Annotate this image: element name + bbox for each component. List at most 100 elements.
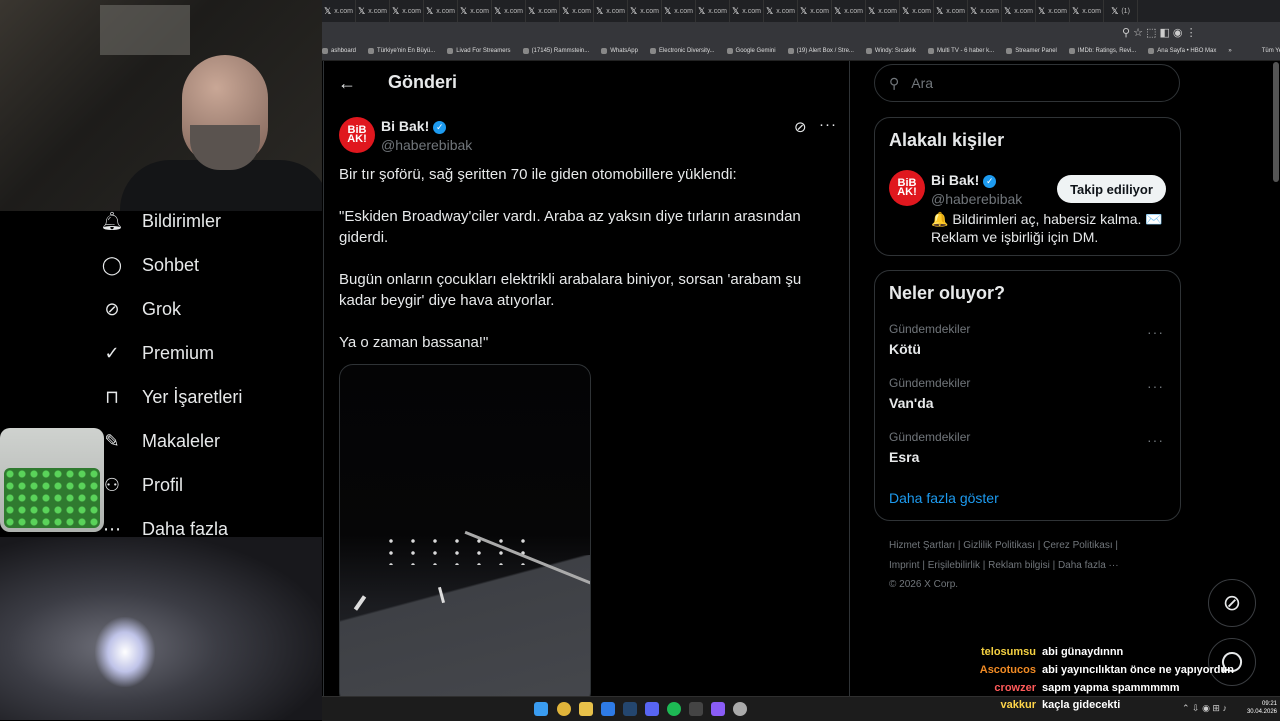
- trend-item[interactable]: Gündemdekiler Kötü ···: [889, 322, 1169, 357]
- bookmark-item[interactable]: Livad For Streamers: [447, 48, 511, 54]
- more-options-icon[interactable]: ···: [1147, 324, 1164, 340]
- browser-tab[interactable]: 𝕏x.com: [458, 0, 492, 22]
- browser-tab[interactable]: 𝕏x.com: [594, 0, 628, 22]
- back-arrow-icon[interactable]: ←: [338, 73, 360, 95]
- page-scrollbar[interactable]: [1273, 62, 1279, 182]
- sidebar-item-bildirimler[interactable]: 🔔︎ Bildirimler: [100, 206, 221, 236]
- app-icon[interactable]: [601, 702, 615, 716]
- all-bookmarks[interactable]: Tüm Yer İşaretleri: [1262, 48, 1280, 54]
- footer-link[interactable]: Erişilebilirlik: [928, 560, 980, 571]
- tab-title: x.com: [708, 7, 727, 15]
- browser-tab[interactable]: 𝕏x.com: [356, 0, 390, 22]
- bookmark-item[interactable]: WhatsApp: [601, 48, 638, 54]
- app2-icon[interactable]: [733, 702, 747, 716]
- sidebar-item-daha-fazla[interactable]: ⋯ Daha fazla: [100, 514, 228, 544]
- x-logo-icon: 𝕏: [358, 5, 366, 16]
- bookmark-item[interactable]: (19) Alert Box / Stre...: [787, 48, 854, 54]
- trend-item[interactable]: Gündemdekiler Van'da ···: [889, 376, 1169, 411]
- obs-icon[interactable]: [711, 702, 725, 716]
- epic-icon[interactable]: [689, 702, 703, 716]
- chat-username: crowzer: [994, 682, 1036, 694]
- sidebar-item-premium[interactable]: ✓ Premium: [100, 338, 214, 368]
- browser-tab[interactable]: 𝕏x.com: [900, 0, 934, 22]
- browser-tab[interactable]: 𝕏x.com: [968, 0, 1002, 22]
- author-handle[interactable]: @haberebibak: [381, 137, 472, 153]
- browser-tab[interactable]: 𝕏x.com: [730, 0, 764, 22]
- browser-tab[interactable]: 𝕏x.com: [492, 0, 526, 22]
- author-avatar[interactable]: BiBAK!: [339, 117, 375, 153]
- bookmark-item[interactable]: Multi TV - 6 haber k...: [927, 48, 994, 54]
- bookmark-item[interactable]: Windy: Sıcaklık: [865, 48, 916, 54]
- more-options-icon[interactable]: ···: [819, 116, 837, 133]
- bookmark-item[interactable]: IMDb: Ratings, Revi...: [1068, 48, 1136, 54]
- footer-link[interactable]: Reklam bilgisi: [988, 560, 1050, 571]
- author-name[interactable]: Bi Bak! ✓: [381, 118, 447, 134]
- following-button[interactable]: Takip ediliyor: [1057, 175, 1166, 203]
- footer-link[interactable]: Daha fazla ···: [1058, 560, 1119, 571]
- sidebar-item-grok[interactable]: ⊘ Grok: [100, 294, 181, 324]
- sidebar-item-label: Bildirimler: [142, 210, 222, 231]
- bookmark-item[interactable]: (17145) Rammstein...: [522, 48, 589, 54]
- browser-tab[interactable]: 𝕏x.com: [832, 0, 866, 22]
- bookmark-item[interactable]: Türkiye'nin En Büyü...: [368, 48, 435, 54]
- browser-tab[interactable]: 𝕏x.com: [696, 0, 730, 22]
- footer-link[interactable]: Çerez Politikası: [1043, 540, 1112, 551]
- bookmark-item[interactable]: Electronic Diversity...: [649, 48, 715, 54]
- discord-icon[interactable]: [645, 702, 659, 716]
- sidebar-item-yer-i-şaretleri[interactable]: ⊓ Yer İşaretleri: [100, 382, 242, 412]
- bookmark-item[interactable]: Ana Sayfa • HBO Max: [1148, 48, 1216, 54]
- trend-item[interactable]: Gündemdekiler Esra ···: [889, 430, 1169, 465]
- browser-tab[interactable]: 𝕏x.com: [1036, 0, 1070, 22]
- grok-fab[interactable]: ⊘: [1208, 579, 1256, 627]
- extensions-icon[interactable]: ⚲ ☆ ⬚ ◧ ◉ ⋮: [1122, 26, 1197, 39]
- sidebar-item-makaleler[interactable]: ✎ Makaleler: [100, 426, 220, 456]
- spotify-icon[interactable]: [667, 702, 681, 716]
- related-avatar[interactable]: BiBAK!: [889, 170, 925, 206]
- show-more-link[interactable]: Daha fazla göster: [889, 490, 999, 506]
- browser-tab[interactable]: 𝕏x.com: [798, 0, 832, 22]
- more-options-icon[interactable]: ···: [1147, 378, 1164, 394]
- browser-tab[interactable]: 𝕏x.com: [628, 0, 662, 22]
- browser-tab[interactable]: 𝕏x.com: [866, 0, 900, 22]
- browser-tab[interactable]: 𝕏 (1): [1104, 0, 1138, 22]
- browser-tab[interactable]: 𝕏x.com: [1070, 0, 1104, 22]
- browser-tab[interactable]: 𝕏x.com: [322, 0, 356, 22]
- start-icon[interactable]: [534, 702, 548, 716]
- related-handle[interactable]: @haberebibak: [931, 191, 1022, 207]
- search-box[interactable]: ⚲: [874, 64, 1180, 102]
- footer-link[interactable]: Gizlilik Politikası: [963, 540, 1035, 551]
- post-video[interactable]: [339, 364, 591, 696]
- bookmark-item[interactable]: Google Gemini: [726, 48, 776, 54]
- browser-tab[interactable]: 𝕏x.com: [764, 0, 798, 22]
- browser-tab[interactable]: 𝕏x.com: [424, 0, 458, 22]
- sidebar-item-profil[interactable]: ⚇ Profil: [100, 470, 183, 500]
- browser-tab[interactable]: 𝕏x.com: [560, 0, 594, 22]
- chat-message: telosumsu abi günaydınnn: [970, 646, 1123, 658]
- search-input[interactable]: [909, 74, 1154, 92]
- bookmark-label: (19) Alert Box / Stre...: [796, 48, 854, 54]
- bookmark-item[interactable]: Streamer Panel: [1006, 48, 1057, 54]
- footer-link[interactable]: Hizmet Şartları: [889, 540, 955, 551]
- related-name[interactable]: Bi Bak! ✓: [931, 172, 997, 188]
- verified-badge-icon: ✓: [433, 120, 447, 134]
- x-logo-icon: 𝕏: [868, 5, 876, 16]
- clock[interactable]: 09:21 30.04.2026: [1237, 700, 1277, 716]
- grok-icon[interactable]: ⊘: [794, 118, 807, 136]
- steam-icon[interactable]: [623, 702, 637, 716]
- x-logo-icon: 𝕏: [426, 5, 434, 16]
- chrome-icon[interactable]: [557, 702, 571, 716]
- browser-tab[interactable]: 𝕏x.com: [526, 0, 560, 22]
- more-options-icon[interactable]: ···: [1147, 432, 1164, 448]
- explorer-icon[interactable]: [579, 702, 593, 716]
- sidebar-item-sohbet[interactable]: ◯ Sohbet: [100, 250, 199, 280]
- tray-icons[interactable]: ⌃ ⇩ ◉ ⊞ ♪: [1182, 703, 1227, 714]
- browser-tab[interactable]: 𝕏x.com: [390, 0, 424, 22]
- browser-tab[interactable]: 𝕏x.com: [662, 0, 696, 22]
- browser-tab[interactable]: 𝕏x.com: [1002, 0, 1036, 22]
- messages-fab[interactable]: [1208, 638, 1256, 686]
- bookmark-item[interactable]: ashboard: [322, 48, 356, 54]
- browser-tab[interactable]: 𝕏x.com: [934, 0, 968, 22]
- bookmarks-overflow[interactable]: »: [1228, 48, 1231, 54]
- footer-link[interactable]: Imprint: [889, 560, 920, 571]
- chat-text: sapm yapma spammmmm: [1042, 682, 1180, 694]
